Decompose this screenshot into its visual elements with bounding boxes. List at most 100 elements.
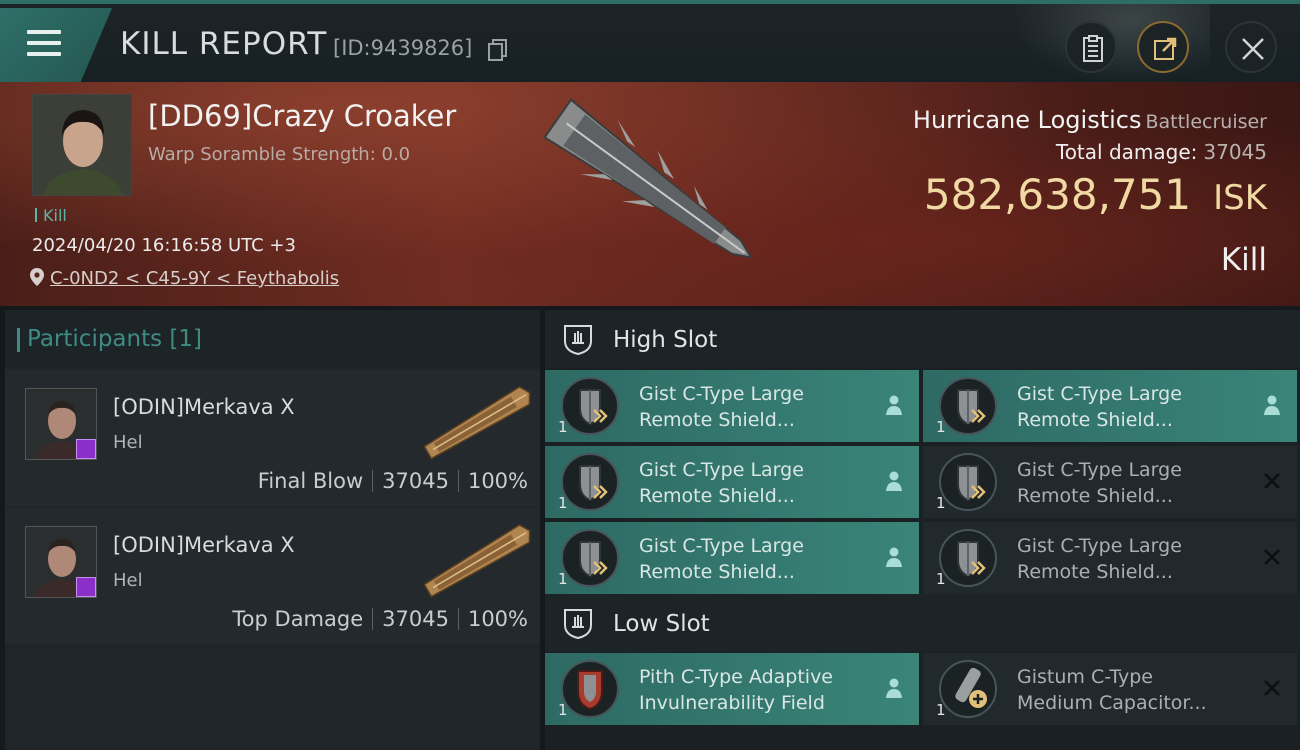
total-damage-value: 37045 [1203,140,1267,164]
module-quantity: 1 [558,570,568,588]
module-tile[interactable]: 1 Gist C-Type Large Remote Shield... [923,370,1297,442]
location-pin-icon [30,268,44,286]
participant-role: Top Damage [232,607,364,631]
module-name-line2: Remote Shield... [1017,485,1173,507]
participant-stats: Final Blow 37045 100% [258,469,528,493]
participant-stats: Top Damage 37045 100% [232,607,528,631]
participant-percent: 100% [467,607,528,631]
result-label: Kill [1220,242,1267,278]
shield-module-icon [561,529,619,587]
victim-portrait[interactable] [32,94,132,196]
high-slot-label: High Slot [613,327,718,353]
participant-row[interactable]: [ODIN]Merkava X Hel Top Damage 37045 100% [5,508,540,644]
shield-module-icon [939,529,997,587]
participant-corp: Hel [113,570,143,591]
module-tile[interactable]: 1 Pith C-Type Adaptive Invulnerability Fie… [545,653,919,725]
person-icon [1264,395,1280,415]
x-icon [1264,549,1280,565]
x-icon [1264,473,1280,489]
victim-ship-image [543,98,754,259]
module-tile[interactable]: 1 Gist C-Type Large Remote Shield... [923,522,1297,594]
shield-module-icon [561,453,619,511]
participants-panel: Participants [1] [ODIN]Merkava X Hel Fin… [5,310,540,750]
participant-percent: 100% [467,469,528,493]
module-name-line2: Remote Shield... [639,409,795,431]
clipboard-button[interactable] [1065,21,1117,73]
shield-module-icon [561,377,619,435]
module-quantity: 1 [558,418,568,436]
participants-label: Participants [1] [17,326,202,352]
rank-badge-icon [76,439,96,459]
warp-scramble-strength: Warp Soramble Strength: 0.0 [148,144,411,165]
participant-name[interactable]: [ODIN]Merkava X [113,533,295,557]
participant-avatar [25,526,97,598]
kill-datetime: 2024/04/20 16:16:58 UTC +3 [32,235,296,256]
module-name-line2: Remote Shield... [639,561,795,583]
x-icon [1264,680,1280,696]
module-name-line2: Remote Shield... [1017,561,1173,583]
share-button[interactable] [1137,21,1189,73]
isk-amount: 582,638,751 [923,170,1192,219]
module-name: Gist C-Type Large Remote Shield... [639,533,804,585]
close-button[interactable] [1225,21,1277,73]
kill-tag: Kill [35,206,67,225]
victim-banner: [DD69]Crazy Croaker Warp Soramble Streng… [0,82,1300,306]
module-name-line2: Medium Capacitor... [1017,692,1207,714]
participant-damage: 37045 [382,607,449,631]
shield-module-icon [939,453,997,511]
ship-class: Battlecruiser [1145,111,1267,133]
module-quantity: 1 [558,701,568,719]
module-quantity: 1 [936,418,946,436]
isk-unit: ISK [1213,178,1267,218]
copy-icon[interactable] [488,39,508,61]
module-name-line1: Gist C-Type Large [1017,459,1182,481]
module-name: Gist C-Type Large Remote Shield... [1017,457,1182,509]
module-tile[interactable]: 1 Gist C-Type Large Remote Shield... [923,446,1297,518]
low-slot-header: Low Slot [545,594,1300,652]
module-tile[interactable]: 1 Gistum C-Type Medium Capacitor... [923,653,1297,725]
top-bar: KILL REPORT [ID:9439826] [0,0,1300,84]
module-name-line1: Gist C-Type Large [639,459,804,481]
module-name-line1: Gist C-Type Large [639,383,804,405]
shield-module-icon [939,377,997,435]
hamburger-menu-icon[interactable] [27,30,61,56]
participant-ship-image [423,524,531,598]
total-damage-label: Total damage: [1055,140,1198,164]
person-icon [886,395,902,415]
module-name: Gist C-Type Large Remote Shield... [639,381,804,433]
participant-name[interactable]: [ODIN]Merkava X [113,395,295,419]
participant-row[interactable]: [ODIN]Merkava X Hel Final Blow 37045 100% [5,370,540,506]
close-icon [1242,38,1264,60]
module-name: Pith C-Type Adaptive Invulnerability Fiel… [639,664,833,716]
location-link[interactable]: C-0ND2 < C45-9Y < Feythabolis [30,268,339,289]
module-name: Gist C-Type Large Remote Shield... [639,457,804,509]
capacitor-module-icon [939,660,997,718]
participants-header: Participants [1] [5,310,540,368]
ship-name[interactable]: Hurricane Logistics Battlecruiser [913,106,1267,134]
total-damage: Total damage: 37045 [1056,140,1267,164]
victim-name[interactable]: [DD69]Crazy Croaker [148,99,456,133]
module-quantity: 1 [936,570,946,588]
high-slot-icon [564,325,592,355]
ship-type: Hurricane Logistics [912,106,1142,134]
share-icon [1154,37,1177,60]
high-slot-header: High Slot [545,310,1300,368]
clipboard-icon [1083,35,1103,62]
module-name: Gist C-Type Large Remote Shield... [1017,533,1182,585]
module-tile[interactable]: 1 Gist C-Type Large Remote Shield... [545,522,919,594]
module-quantity: 1 [558,494,568,512]
module-name-line2: Remote Shield... [639,485,795,507]
invulnerability-field-icon [561,660,619,718]
participant-role: Final Blow [257,469,364,493]
module-name: Gistum C-Type Medium Capacitor... [1017,664,1207,716]
module-tile[interactable]: 1 Gist C-Type Large Remote Shield... [545,446,919,518]
module-name-line2: Invulnerability Field [639,692,825,714]
module-name: Gist C-Type Large Remote Shield... [1017,381,1182,433]
rank-badge-icon [76,577,96,597]
person-icon [886,678,902,698]
participant-ship-image [423,386,531,460]
module-tile[interactable]: 1 Gist C-Type Large Remote Shield... [545,370,919,442]
portrait-image [33,95,131,195]
person-icon [886,547,902,567]
participant-avatar [25,388,97,460]
